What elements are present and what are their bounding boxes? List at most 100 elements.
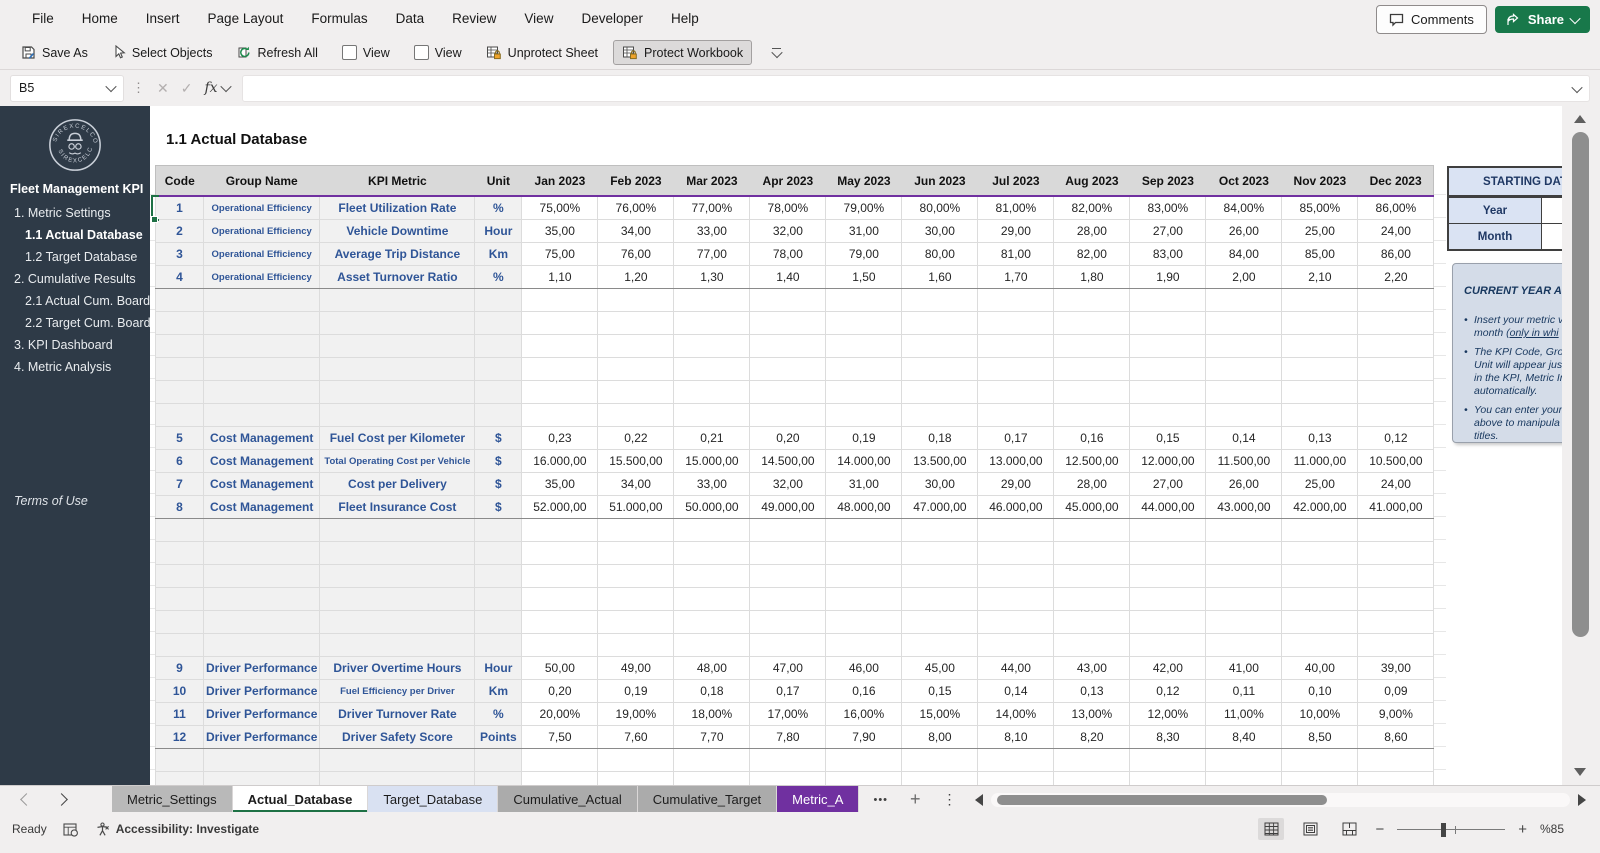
- empty-cell[interactable]: [204, 565, 320, 588]
- empty-cell[interactable]: [156, 358, 204, 381]
- cell-group[interactable]: Cost Management: [204, 450, 320, 473]
- empty-cell[interactable]: [522, 611, 598, 634]
- cell-group[interactable]: Driver Performance: [204, 726, 320, 749]
- cell-value[interactable]: 1,70: [978, 266, 1054, 289]
- empty-cell[interactable]: [320, 588, 475, 611]
- empty-cell[interactable]: [475, 588, 522, 611]
- menu-home[interactable]: Home: [68, 0, 132, 36]
- cell-unit[interactable]: $: [475, 427, 522, 450]
- empty-cell[interactable]: [475, 565, 522, 588]
- cell-value[interactable]: 34,00: [598, 220, 674, 243]
- empty-cell[interactable]: [1054, 519, 1130, 542]
- empty-cell[interactable]: [750, 312, 826, 335]
- empty-cell[interactable]: [978, 519, 1054, 542]
- cell-value[interactable]: 76,00%: [598, 196, 674, 220]
- cell-value[interactable]: 78,00: [750, 243, 826, 266]
- empty-cell[interactable]: [522, 404, 598, 427]
- sidebar-item-1-1-actual-database[interactable]: 1.1 Actual Database: [0, 224, 150, 246]
- empty-cell[interactable]: [1358, 611, 1434, 634]
- horizontal-scroll-thumb[interactable]: [997, 795, 1327, 805]
- cell-value[interactable]: 86,00: [1358, 243, 1434, 266]
- empty-cell[interactable]: [1282, 381, 1358, 404]
- cell-value[interactable]: 79,00: [826, 243, 902, 266]
- name-box[interactable]: B5: [10, 75, 124, 102]
- cell-metric[interactable]: Fleet Insurance Cost: [320, 496, 475, 519]
- empty-cell[interactable]: [320, 565, 475, 588]
- empty-cell[interactable]: [978, 611, 1054, 634]
- cell-value[interactable]: 26,00: [1206, 473, 1282, 496]
- cell-value[interactable]: 41.000,00: [1358, 496, 1434, 519]
- cell-value[interactable]: 44.000,00: [1130, 496, 1206, 519]
- empty-cell[interactable]: [674, 772, 750, 786]
- empty-cell[interactable]: [1206, 565, 1282, 588]
- cell-value[interactable]: 39,00: [1358, 657, 1434, 680]
- empty-cell[interactable]: [750, 588, 826, 611]
- cell-unit[interactable]: Hour: [475, 220, 522, 243]
- empty-cell[interactable]: [750, 404, 826, 427]
- cell-group[interactable]: Driver Performance: [204, 657, 320, 680]
- empty-cell[interactable]: [204, 542, 320, 565]
- empty-cell[interactable]: [156, 588, 204, 611]
- month-header[interactable]: Jun 2023: [902, 166, 978, 197]
- empty-cell[interactable]: [826, 542, 902, 565]
- cell-value[interactable]: 0,12: [1358, 427, 1434, 450]
- zoom-in-icon[interactable]: +: [1518, 821, 1527, 838]
- add-sheet-button[interactable]: +: [910, 789, 921, 810]
- empty-cell[interactable]: [598, 335, 674, 358]
- cell-value[interactable]: 14,00%: [978, 703, 1054, 726]
- column-header[interactable]: Group Name: [204, 166, 320, 197]
- empty-cell[interactable]: [826, 634, 902, 657]
- cell-value[interactable]: 27,00: [1130, 473, 1206, 496]
- scroll-up-icon[interactable]: [1574, 115, 1586, 123]
- empty-cell[interactable]: [204, 611, 320, 634]
- refresh-all-button[interactable]: Refresh All: [227, 40, 326, 65]
- empty-cell[interactable]: [1054, 312, 1130, 335]
- empty-cell[interactable]: [978, 634, 1054, 657]
- empty-cell[interactable]: [1282, 749, 1358, 772]
- vertical-scroll-thumb[interactable]: [1572, 132, 1589, 637]
- tab-scroll-left-icon[interactable]: [20, 793, 33, 806]
- empty-cell[interactable]: [826, 565, 902, 588]
- empty-cell[interactable]: [902, 519, 978, 542]
- empty-cell[interactable]: [204, 519, 320, 542]
- column-header[interactable]: KPI Metric: [320, 166, 475, 197]
- cell-value[interactable]: 83,00%: [1130, 196, 1206, 220]
- sidebar-item-2-1-actual-cum-board[interactable]: 2.1 Actual Cum. Board: [0, 290, 150, 312]
- cell-value[interactable]: 0,17: [750, 680, 826, 703]
- empty-cell[interactable]: [674, 404, 750, 427]
- cell-value[interactable]: 15.500,00: [598, 450, 674, 473]
- cell-value[interactable]: 15,00%: [902, 703, 978, 726]
- month-header[interactable]: Dec 2023: [1358, 166, 1434, 197]
- empty-cell[interactable]: [320, 335, 475, 358]
- empty-cell[interactable]: [674, 335, 750, 358]
- empty-cell[interactable]: [1054, 358, 1130, 381]
- empty-cell[interactable]: [204, 358, 320, 381]
- empty-cell[interactable]: [750, 749, 826, 772]
- cancel-icon[interactable]: ✕: [157, 80, 169, 97]
- empty-cell[interactable]: [1130, 749, 1206, 772]
- empty-cell[interactable]: [750, 634, 826, 657]
- cell-value[interactable]: 33,00: [674, 220, 750, 243]
- empty-cell[interactable]: [475, 519, 522, 542]
- cell-group[interactable]: Driver Performance: [204, 680, 320, 703]
- empty-cell[interactable]: [1358, 588, 1434, 611]
- cell-value[interactable]: 12,00%: [1130, 703, 1206, 726]
- empty-cell[interactable]: [1358, 312, 1434, 335]
- empty-cell[interactable]: [978, 404, 1054, 427]
- checkbox-icon[interactable]: [342, 45, 357, 60]
- save-as-button[interactable]: Save As: [12, 40, 97, 65]
- empty-cell[interactable]: [320, 381, 475, 404]
- cell-value[interactable]: 27,00: [1130, 220, 1206, 243]
- cell-unit[interactable]: $: [475, 496, 522, 519]
- cell-value[interactable]: 8,00: [902, 726, 978, 749]
- cell-value[interactable]: 47.000,00: [902, 496, 978, 519]
- empty-cell[interactable]: [320, 634, 475, 657]
- cell-code[interactable]: 9: [156, 657, 204, 680]
- cell-value[interactable]: 8,10: [978, 726, 1054, 749]
- empty-cell[interactable]: [1358, 772, 1434, 786]
- cell-group[interactable]: Operational Efficiency: [204, 196, 320, 220]
- empty-cell[interactable]: [1358, 381, 1434, 404]
- cell-value[interactable]: 0,09: [1358, 680, 1434, 703]
- empty-cell[interactable]: [475, 335, 522, 358]
- cell-value[interactable]: 0,22: [598, 427, 674, 450]
